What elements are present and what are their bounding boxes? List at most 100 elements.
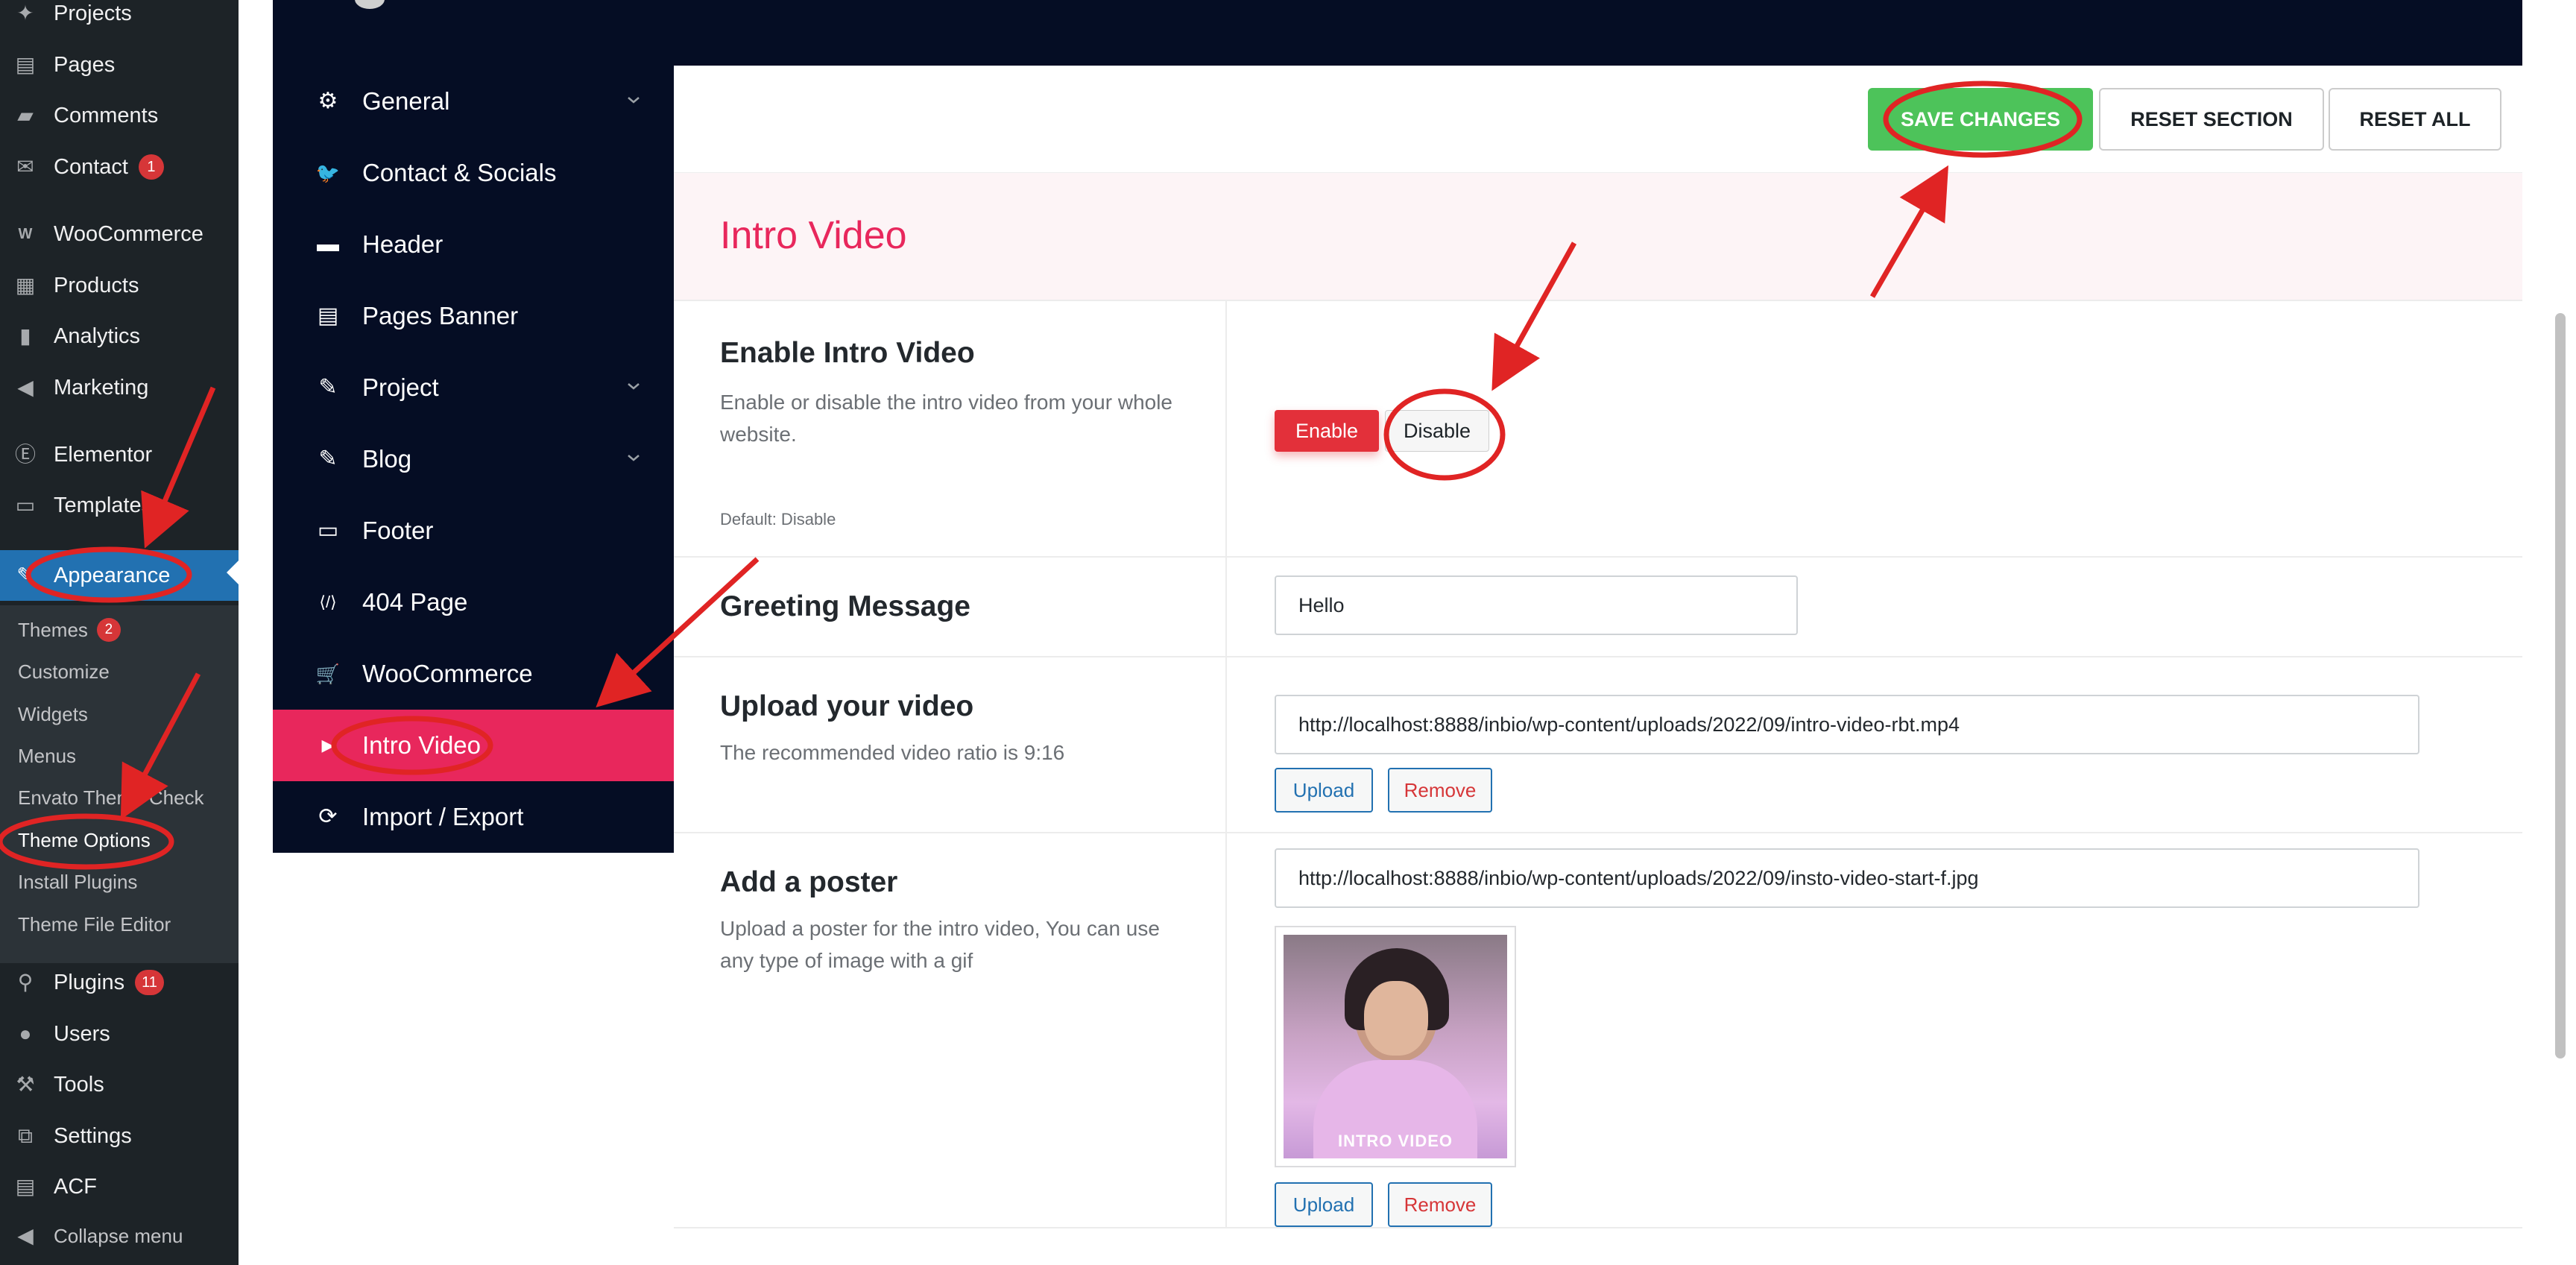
collapse-label: Collapse menu bbox=[54, 1224, 183, 1247]
submenu-customize[interactable]: Customize bbox=[18, 653, 110, 690]
theme-options-header bbox=[273, 0, 2522, 66]
nav-label: 404 Page bbox=[362, 588, 468, 616]
wp-menu-appearance[interactable]: ✎ Appearance bbox=[0, 550, 239, 601]
marketing-icon: ◀ bbox=[17, 376, 34, 399]
project-icon: ✎ bbox=[318, 375, 338, 400]
wp-menu-elementor[interactable]: Ⓔ Elementor bbox=[0, 432, 239, 477]
nav-item-general[interactable]: ⚙ General bbox=[273, 66, 674, 137]
woocommerce-icon: W bbox=[18, 226, 33, 242]
field-label-column: Upload your video The recommended video … bbox=[674, 657, 1227, 832]
nav-item-footer[interactable]: ▭ Footer bbox=[273, 495, 674, 567]
wp-menu-products[interactable]: ▦ Products bbox=[0, 263, 239, 308]
nav-item-header[interactable]: ▬ Header bbox=[273, 209, 674, 280]
plugins-icon: ⚲ bbox=[17, 971, 34, 994]
nav-item-import-export[interactable]: ⟳ Import / Export bbox=[273, 781, 674, 853]
notification-badge: 11 bbox=[135, 970, 164, 995]
submenu-label: Theme File Editor bbox=[18, 912, 171, 936]
refresh-icon: ⟳ bbox=[318, 804, 338, 829]
gear-icon: ⚙ bbox=[318, 89, 338, 113]
video-upload-button[interactable]: Upload bbox=[1275, 768, 1373, 813]
blog-icon: ✎ bbox=[318, 447, 338, 471]
nav-item-404-page[interactable]: ⟨/⟩ 404 Page bbox=[273, 567, 674, 638]
submenu-theme-file-editor[interactable]: Theme File Editor bbox=[18, 906, 171, 943]
wp-menu-projects[interactable]: ✦ Projects bbox=[0, 0, 239, 36]
wp-menu-analytics[interactable]: ▮ Analytics bbox=[0, 314, 239, 359]
submenu-widgets[interactable]: Widgets bbox=[18, 695, 88, 733]
wp-menu-tools[interactable]: ⚒ Tools bbox=[0, 1062, 239, 1107]
notification-badge: 1 bbox=[138, 154, 164, 180]
appearance-submenu: Themes 2 Customize Widgets Menus Envato … bbox=[0, 605, 239, 963]
projects-icon: ✦ bbox=[16, 1, 34, 25]
field-enable-intro-video: Enable Intro Video Enable or disable the… bbox=[674, 301, 2522, 558]
video-remove-button[interactable]: Remove bbox=[1388, 768, 1492, 813]
save-changes-button[interactable]: SAVE CHANGES bbox=[1868, 88, 2093, 151]
disable-button[interactable]: Disable bbox=[1385, 410, 1489, 452]
greeting-message-input[interactable]: Hello bbox=[1275, 575, 1798, 635]
wp-menu-settings[interactable]: ⧉ Settings bbox=[0, 1114, 239, 1158]
wp-menu-label: Plugins bbox=[54, 970, 125, 994]
nav-label: Contact & Socials bbox=[362, 159, 557, 186]
field-description: The recommended video ratio is 9:16 bbox=[720, 741, 1065, 764]
wp-menu-users[interactable]: ● Users bbox=[0, 1012, 239, 1056]
submenu-label: Customize bbox=[18, 660, 110, 683]
wp-menu-plugins[interactable]: ⚲ Plugins 11 bbox=[0, 960, 239, 1005]
submenu-themes[interactable]: Themes 2 bbox=[18, 611, 121, 649]
nav-item-contact-socials[interactable]: 🐦 Contact & Socials bbox=[273, 137, 674, 209]
contact-icon: ✉ bbox=[16, 155, 34, 178]
nav-item-pages-banner[interactable]: ▤ Pages Banner bbox=[273, 280, 674, 352]
nav-label: Pages Banner bbox=[362, 302, 519, 329]
reset-section-button[interactable]: RESET SECTION bbox=[2099, 88, 2324, 151]
poster-preview: INTRO VIDEO bbox=[1275, 926, 1516, 1167]
nav-label: Intro Video bbox=[362, 731, 482, 759]
section-header: Intro Video bbox=[674, 173, 2522, 301]
reset-all-button[interactable]: RESET ALL bbox=[2329, 88, 2501, 151]
wp-menu-pages[interactable]: ▤ Pages bbox=[0, 42, 239, 87]
field-title: Greeting Message bbox=[720, 590, 970, 622]
submenu-label: Themes bbox=[18, 618, 88, 641]
enable-button[interactable]: Enable bbox=[1275, 410, 1379, 452]
submenu-envato-theme-check[interactable]: Envato Theme Check bbox=[18, 779, 204, 816]
poster-url-input[interactable]: http://localhost:8888/inbio/wp-content/u… bbox=[1275, 848, 2419, 908]
wp-menu-acf[interactable]: ▤ ACF bbox=[0, 1164, 239, 1209]
theme-logo bbox=[355, 0, 385, 9]
nav-label: Blog bbox=[362, 445, 412, 473]
submenu-install-plugins[interactable]: Install Plugins bbox=[18, 863, 137, 900]
wp-menu-label: Pages bbox=[54, 52, 116, 77]
field-label-column: Enable Intro Video Enable or disable the… bbox=[674, 301, 1227, 556]
options-toolbar: SAVE CHANGES RESET SECTION RESET ALL bbox=[674, 66, 2522, 173]
poster-remove-button[interactable]: Remove bbox=[1388, 1182, 1492, 1227]
wp-menu-woocommerce[interactable]: W WooCommerce bbox=[0, 212, 239, 256]
theme-options-nav: ⚙ General 🐦 Contact & Socials ▬ Header ▤… bbox=[273, 66, 674, 853]
templates-icon: ▭ bbox=[15, 493, 36, 517]
wp-menu-comments[interactable]: ▰ Comments bbox=[0, 93, 239, 138]
submenu-menus[interactable]: Menus bbox=[18, 737, 76, 775]
field-title: Add a poster bbox=[720, 866, 898, 898]
wp-menu-marketing[interactable]: ◀ Marketing bbox=[0, 365, 239, 410]
wp-menu-label: WooCommerce bbox=[54, 221, 203, 246]
scrollbar[interactable] bbox=[2555, 313, 2566, 1059]
wp-menu-contact[interactable]: ✉ Contact 1 bbox=[0, 145, 239, 189]
wp-admin-sidebar: ✦ Projects ▤ Pages ▰ Comments ✉ Contact … bbox=[0, 0, 239, 1265]
footer-icon: ▭ bbox=[317, 518, 339, 543]
nav-item-intro-video[interactable]: ▶ Intro Video bbox=[273, 710, 674, 781]
users-icon: ● bbox=[19, 1022, 32, 1045]
field-label-column: Add a poster Upload a poster for the int… bbox=[674, 833, 1227, 1227]
screen: ✦ Projects ▤ Pages ▰ Comments ✉ Contact … bbox=[0, 0, 2576, 1265]
wp-menu-templates[interactable]: ▭ Templates bbox=[0, 483, 239, 528]
nav-item-woocommerce[interactable]: 🛒 WooCommerce bbox=[273, 638, 674, 710]
video-url-input[interactable]: http://localhost:8888/inbio/wp-content/u… bbox=[1275, 695, 2419, 754]
collapse-menu-button[interactable]: ◀ Collapse menu bbox=[0, 1214, 239, 1258]
nav-label: WooCommerce bbox=[362, 660, 533, 687]
settings-icon: ⧉ bbox=[18, 1124, 33, 1147]
poster-upload-button[interactable]: Upload bbox=[1275, 1182, 1373, 1227]
nav-label: General bbox=[362, 87, 450, 115]
nav-item-blog[interactable]: ✎ Blog bbox=[273, 423, 674, 495]
wp-menu-label: Tools bbox=[54, 1072, 104, 1097]
header-icon: ▬ bbox=[317, 232, 339, 256]
field-title: Enable Intro Video bbox=[720, 337, 975, 369]
submenu-theme-options[interactable]: Theme Options bbox=[18, 821, 151, 859]
wp-menu-label: Settings bbox=[54, 1123, 132, 1148]
tools-icon: ⚒ bbox=[16, 1073, 35, 1096]
nav-item-project[interactable]: ✎ Project bbox=[273, 352, 674, 423]
submenu-label: Widgets bbox=[18, 702, 88, 725]
